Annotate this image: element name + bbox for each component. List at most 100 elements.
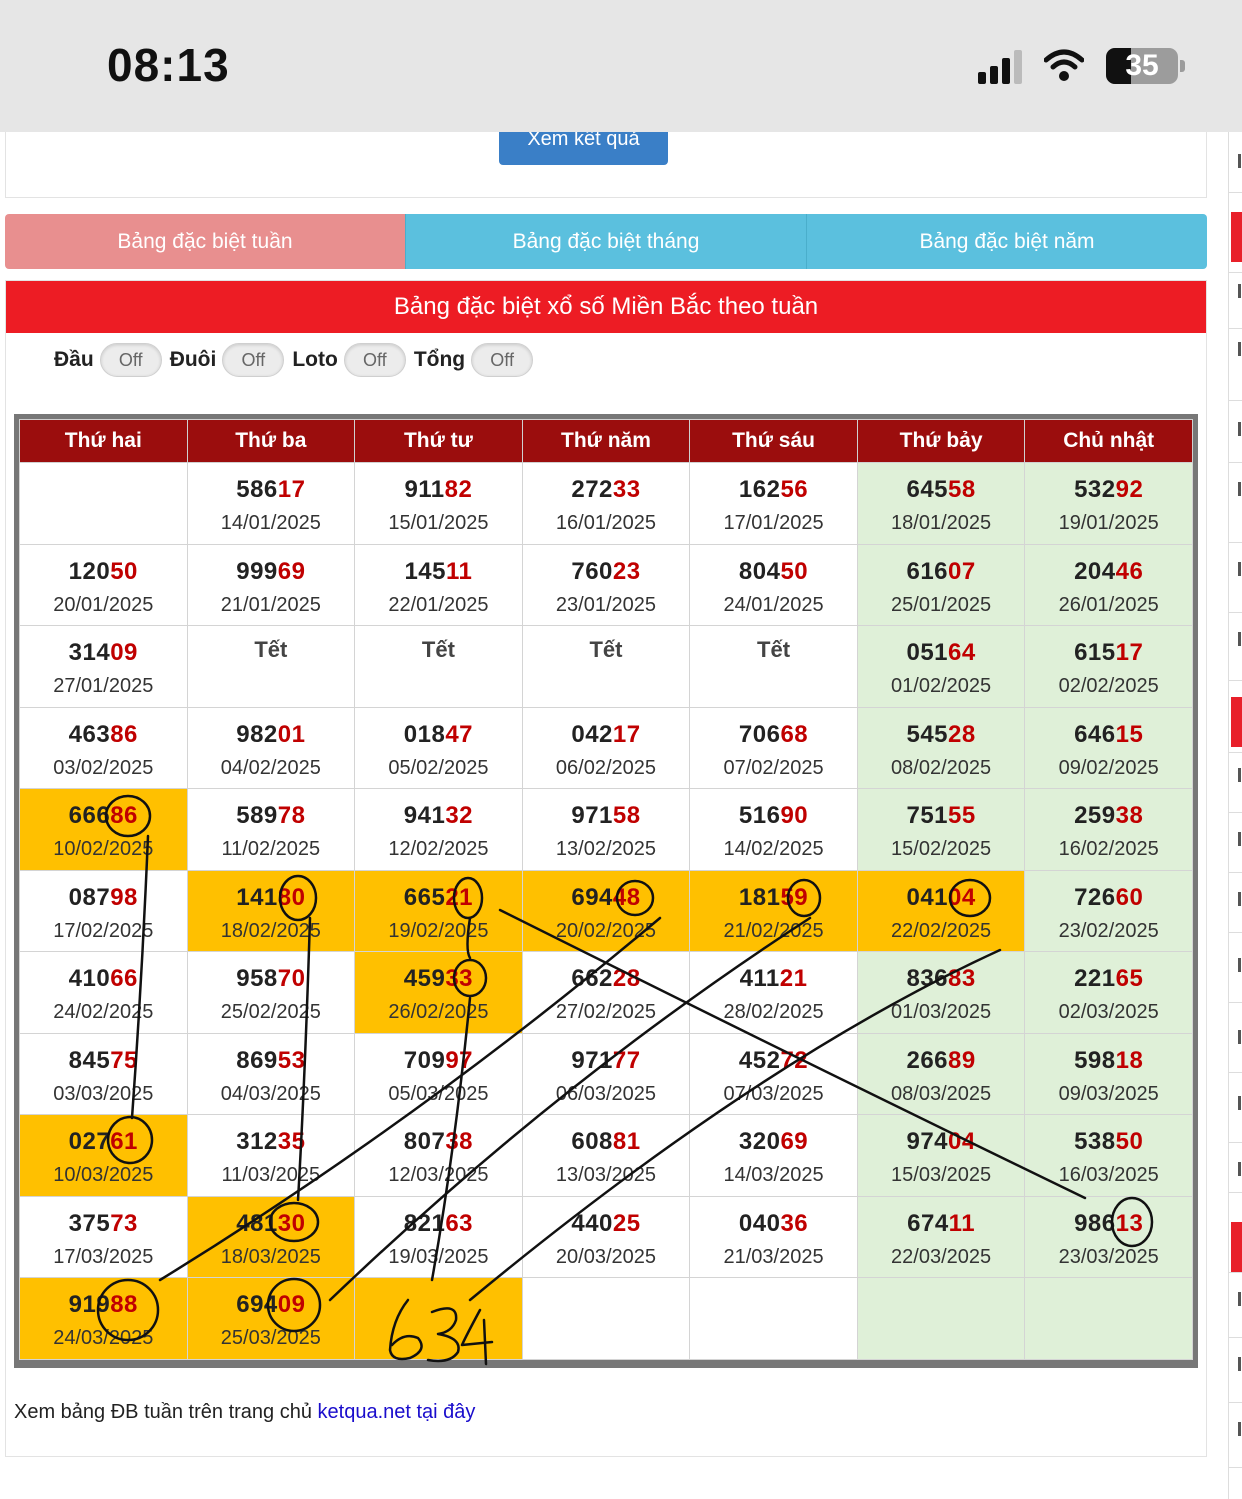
result-cell: 69409 25/03/2025 <box>186 1277 356 1360</box>
tab-weekly[interactable]: Bảng đặc biệt tuần <box>5 214 405 269</box>
number-head: 646 <box>1074 720 1116 748</box>
special-number: 91182 <box>355 475 522 505</box>
draw-date: 26/02/2025 <box>388 1001 489 1023</box>
number-tail: 89 <box>948 1046 976 1074</box>
table-row: 66686 10/02/2025 58978 11/02/2025 94132 12/02… <box>19 788 1193 871</box>
number-head: 665 <box>403 883 446 911</box>
special-number: 48130 <box>188 1209 355 1239</box>
number-head: 320 <box>738 1128 781 1155</box>
draw-date: 23/01/2025 <box>555 593 657 616</box>
draw-date: 06/03/2025 <box>555 1082 657 1105</box>
number-tail: 69 <box>277 557 306 585</box>
draw-date: 06/02/2025 <box>555 756 657 779</box>
toggle-label-loto: Loto <box>292 348 338 371</box>
result-cell: 20446 26/01/2025 <box>1024 543 1193 626</box>
table-header-row: Thứ hai Thứ ba Thứ tư Thứ năm Thứ sáu Thứ bảy… <box>19 419 1193 463</box>
number-head: 259 <box>1074 802 1116 829</box>
number-tail: 56 <box>780 476 809 503</box>
view-results-button[interactable]: Xem kết quả <box>499 128 668 165</box>
number-head: 312 <box>236 1128 278 1155</box>
result-cell: 27233 16/01/2025 <box>521 462 691 545</box>
number-tail: 70 <box>277 965 306 992</box>
draw-date: 04/03/2025 <box>220 1082 321 1105</box>
special-number: 97404 <box>858 1127 1025 1157</box>
special-number: 53292 <box>1025 475 1192 505</box>
number-head: 608 <box>571 1128 613 1155</box>
table-row: 91988 24/03/2025 69409 25/03/2025 <box>19 1277 1193 1360</box>
draw-date: 28/02/2025 <box>723 1001 824 1023</box>
number-head: 751 <box>906 802 949 829</box>
special-number: 41066 <box>20 964 187 994</box>
draw-date: 01/02/2025 <box>891 675 992 697</box>
number-tail: 21 <box>445 883 474 911</box>
result-cell: 53292 19/01/2025 <box>1024 462 1193 545</box>
result-cell: 66228 27/02/2025 <box>521 951 691 1034</box>
special-number: 44025 <box>523 1209 690 1239</box>
number-head: 694 <box>236 1291 278 1318</box>
tab-yearly[interactable]: Bảng đặc biệt năm <box>806 214 1207 269</box>
number-head: 919 <box>68 1291 111 1318</box>
right-sidebar-edge <box>1228 132 1242 1499</box>
draw-date: 25/01/2025 <box>891 593 992 616</box>
result-cell: 02761 10/03/2025 <box>19 1114 188 1197</box>
table-row: 58617 14/01/2025 91182 15/01/2025 27233 16/01… <box>19 462 1193 545</box>
number-head: 145 <box>404 557 446 585</box>
draw-date: 27/02/2025 <box>555 1001 657 1023</box>
number-tail: 63 <box>445 1209 474 1237</box>
draw-date: 17/02/2025 <box>53 919 154 942</box>
toggle-loto[interactable]: Off <box>343 343 406 377</box>
result-cell: 58617 14/01/2025 <box>186 462 356 545</box>
result-cell <box>1024 1277 1193 1360</box>
number-head: 162 <box>738 476 781 503</box>
special-number: 04104 <box>858 883 1025 913</box>
number-head: 459 <box>403 965 446 992</box>
result-cell: Tết <box>689 625 858 708</box>
draw-date: 18/03/2025 <box>220 1245 321 1268</box>
number-tail: 01 <box>277 720 306 748</box>
draw-date: 22/01/2025 <box>388 593 489 616</box>
result-cell: 22165 02/03/2025 <box>1024 951 1193 1034</box>
toggle-dau[interactable]: Off <box>99 343 162 377</box>
result-cell <box>689 1277 858 1360</box>
number-tail: 17 <box>277 476 306 503</box>
number-head: 662 <box>571 965 613 992</box>
result-cell: 61517 02/02/2025 <box>1024 625 1193 708</box>
number-head: 586 <box>236 476 278 503</box>
special-number: 97177 <box>523 1046 690 1076</box>
number-head: 941 <box>403 802 446 829</box>
number-tail: 50 <box>780 557 809 585</box>
special-number: 04036 <box>690 1209 857 1239</box>
special-number: 16256 <box>690 475 857 505</box>
draw-date: 14/01/2025 <box>220 512 321 534</box>
result-cell: 31409 27/01/2025 <box>19 625 188 708</box>
homepage-link[interactable]: ketqua.net tại đây <box>318 1401 476 1423</box>
number-tail: 50 <box>1115 1128 1144 1155</box>
holiday-note: Tết <box>421 637 455 662</box>
result-cell: 80450 24/01/2025 <box>689 543 858 626</box>
result-cell: 08798 17/02/2025 <box>19 869 188 952</box>
result-cell: 59818 09/03/2025 <box>1024 1032 1193 1115</box>
number-head: 440 <box>571 1209 613 1237</box>
number-tail: 60 <box>1115 883 1144 911</box>
result-cell: Tết <box>521 625 691 708</box>
number-head: 375 <box>68 1209 111 1237</box>
toggle-tong[interactable]: Off <box>471 343 534 377</box>
number-head: 615 <box>1074 639 1116 666</box>
number-tail: 53 <box>277 1046 306 1074</box>
toggle-duoi[interactable]: Off <box>222 343 285 377</box>
column-header: Chủ nhật <box>1024 419 1193 463</box>
number-head: 999 <box>236 557 278 585</box>
number-head: 971 <box>571 1046 613 1074</box>
number-tail: 82 <box>444 476 473 503</box>
cellular-signal-icon <box>978 48 1022 84</box>
result-cell: 31235 11/03/2025 <box>186 1114 356 1197</box>
number-head: 041 <box>906 883 949 911</box>
number-tail: 90 <box>780 802 809 829</box>
draw-date: 08/02/2025 <box>891 756 992 779</box>
number-head: 272 <box>571 476 613 503</box>
result-cell: 54528 08/02/2025 <box>856 706 1026 789</box>
tab-monthly[interactable]: Bảng đặc biệt tháng <box>405 214 806 269</box>
result-cell: 76023 23/01/2025 <box>521 543 691 626</box>
draw-date: 18/01/2025 <box>891 512 992 534</box>
number-head: 221 <box>1074 965 1116 992</box>
